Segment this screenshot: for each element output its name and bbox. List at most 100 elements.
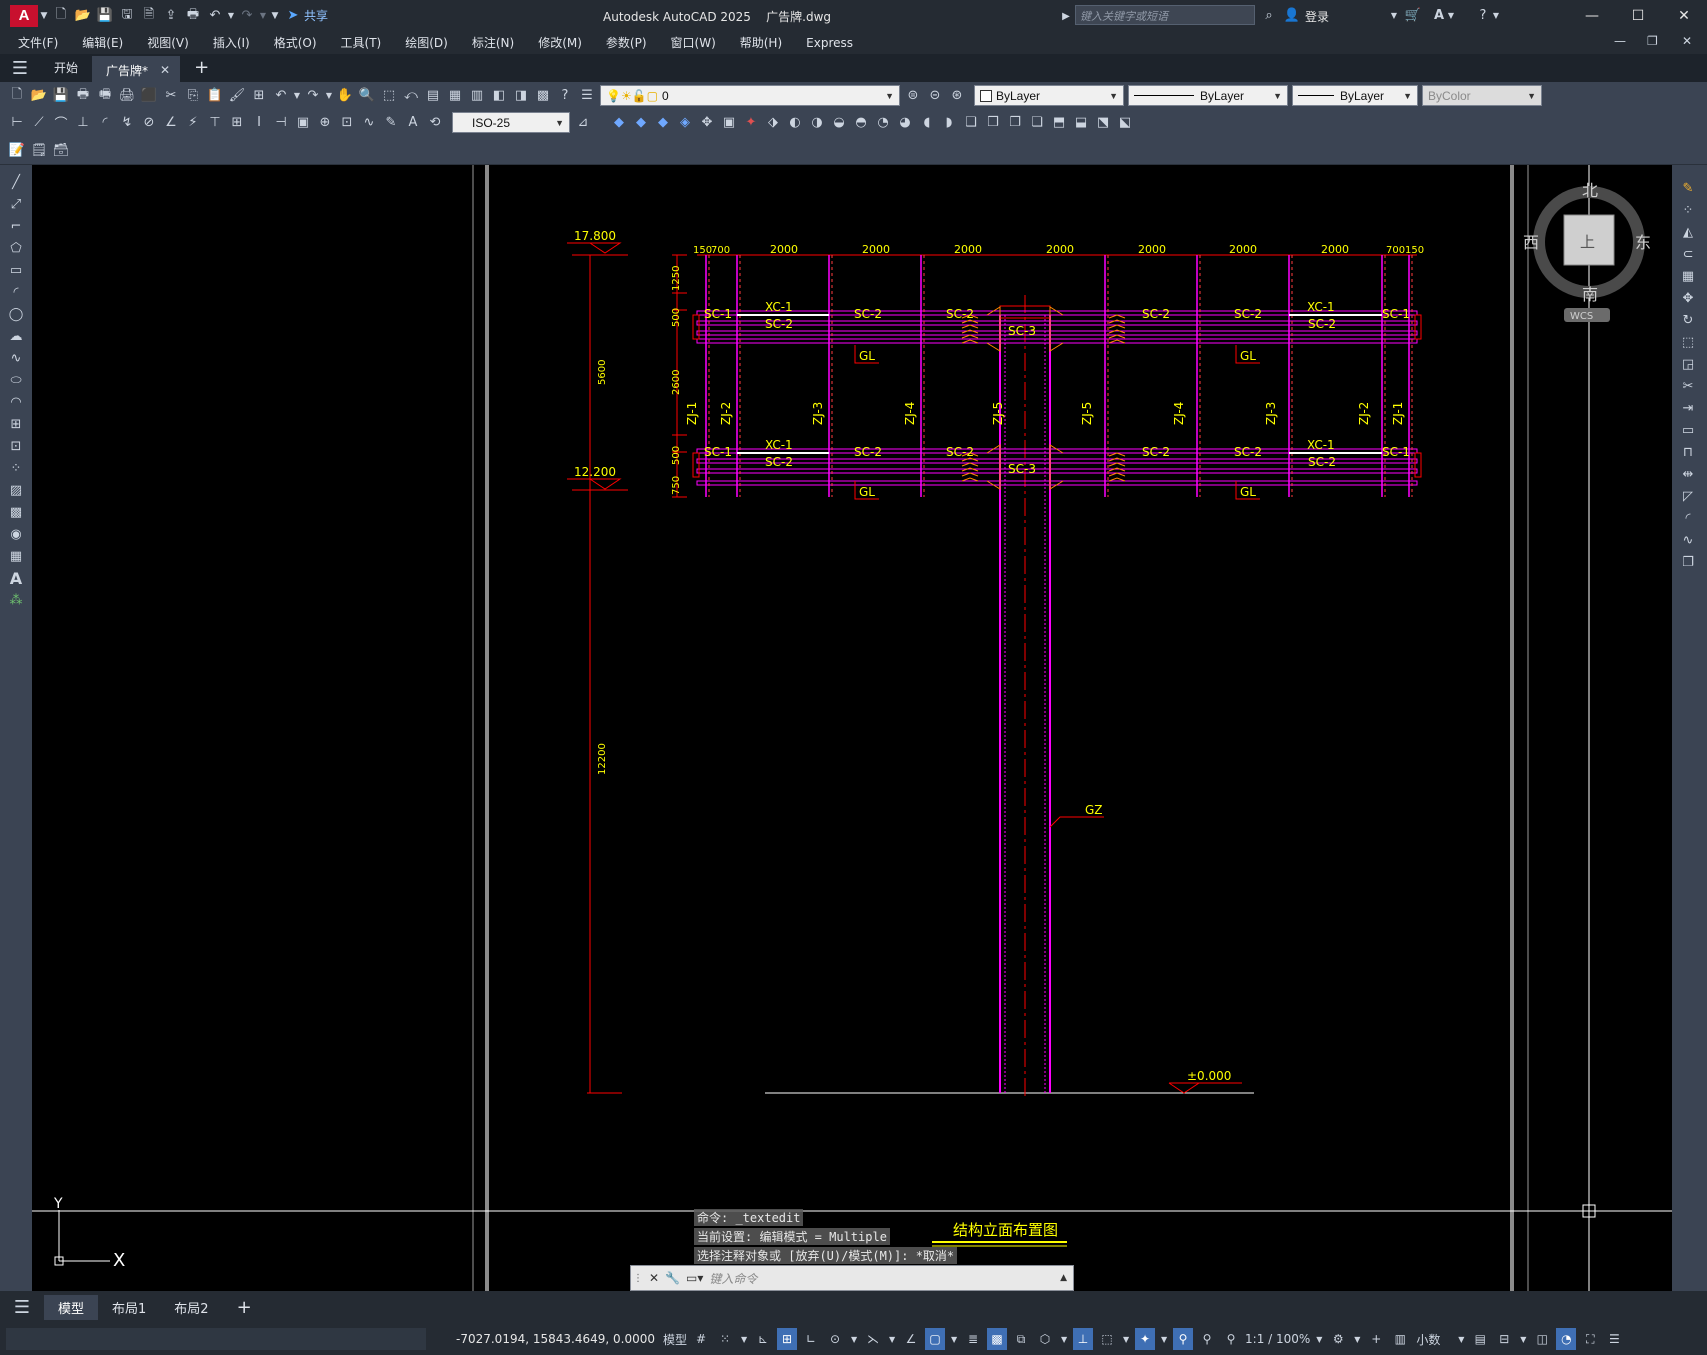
publish-icon[interactable]: 🗎 bbox=[138, 5, 160, 27]
redo-dropdown-icon[interactable]: ▼ bbox=[258, 5, 268, 27]
command-history-toggle-icon[interactable]: ▲ bbox=[1060, 1273, 1067, 1283]
command-grip-icon[interactable]: ⋮ bbox=[633, 1273, 643, 1284]
scale-side-icon[interactable]: ⬚ bbox=[1677, 331, 1699, 353]
dim-continue-icon[interactable]: ⊞ bbox=[226, 112, 248, 134]
clean-screen-icon[interactable]: ⛶ bbox=[1580, 1328, 1600, 1350]
copy-side-icon[interactable]: ⁘ bbox=[1677, 199, 1699, 221]
open-icon[interactable]: 📂 bbox=[28, 85, 50, 107]
minimize-button[interactable]: — bbox=[1569, 0, 1615, 31]
object-snap-icon[interactable]: ▢ bbox=[925, 1328, 946, 1350]
rotate-side-icon[interactable]: ↻ bbox=[1677, 309, 1699, 331]
array-side-icon[interactable]: ▦ bbox=[1677, 265, 1699, 287]
model-space-button[interactable]: 模型 bbox=[663, 1328, 687, 1350]
mirror-icon[interactable]: ◆ bbox=[652, 112, 674, 134]
customize-qat-icon[interactable]: ▼ bbox=[268, 5, 282, 27]
cart-icon[interactable]: 🛒 bbox=[1402, 4, 1424, 26]
infer-constraints-icon[interactable]: ⊾ bbox=[753, 1328, 773, 1350]
coordinates-readout[interactable]: -7027.0194, 15843.4649, 0.0000 bbox=[456, 1332, 655, 1346]
properties-icon[interactable]: ▤ bbox=[422, 85, 444, 107]
new-tab-button[interactable]: + bbox=[180, 55, 223, 82]
dim-space-icon[interactable]: I bbox=[248, 112, 270, 134]
gizmo-icon[interactable]: ✦ bbox=[1135, 1328, 1156, 1350]
units-dropdown-icon[interactable]: ▼ bbox=[1456, 1328, 1466, 1350]
erase-icon[interactable]: ◆ bbox=[608, 112, 630, 134]
menubar-restore-button[interactable]: ❐ bbox=[1647, 34, 1658, 48]
tab-layout2[interactable]: 布局2 bbox=[160, 1295, 222, 1320]
customize-wrench-icon[interactable]: 🔧 bbox=[665, 1271, 680, 1285]
calculator-icon[interactable]: ▩ bbox=[532, 85, 554, 107]
a360-dropdown-icon[interactable]: ▼ bbox=[1445, 4, 1457, 26]
zoom-window-icon[interactable]: ⬚ bbox=[378, 85, 400, 107]
new-file-icon[interactable]: 🗋 bbox=[50, 5, 72, 27]
fillet-icon[interactable]: ◖ bbox=[916, 112, 938, 134]
menu-draw[interactable]: 绘图(D) bbox=[393, 34, 460, 51]
menu-express[interactable]: Express bbox=[794, 36, 865, 50]
point-icon[interactable]: ⁘ bbox=[5, 457, 27, 479]
menu-window[interactable]: 窗口(W) bbox=[659, 34, 728, 51]
customization-menu-icon[interactable]: ☰ bbox=[1604, 1328, 1624, 1350]
dynamic-ucs-icon[interactable]: ⊥ bbox=[1073, 1328, 1094, 1350]
new-layout-button[interactable]: + bbox=[223, 1294, 266, 1321]
make-block-icon[interactable]: ⊡ bbox=[5, 435, 27, 457]
3d-osnap-dropdown-icon[interactable]: ▼ bbox=[1059, 1328, 1069, 1350]
move-icon[interactable]: ▣ bbox=[718, 112, 740, 134]
isodraft-dropdown-icon[interactable]: ▼ bbox=[887, 1328, 897, 1350]
dim-break-icon[interactable]: ⊣ bbox=[270, 112, 292, 134]
publish-toolbar-icon[interactable]: 🖨 bbox=[116, 85, 138, 107]
join-icon[interactable]: ◔ bbox=[872, 112, 894, 134]
zoom-previous-icon[interactable]: ⤺ bbox=[400, 85, 422, 107]
share-button[interactable]: 共享 bbox=[304, 7, 328, 24]
copy-object-icon[interactable]: ◆ bbox=[630, 112, 652, 134]
region-icon[interactable]: ◉ bbox=[5, 523, 27, 545]
annotation-scale-value[interactable]: 1:1 / 100% bbox=[1245, 1328, 1310, 1350]
undo-toolbar-icon[interactable]: ↶ bbox=[270, 85, 292, 107]
tab-layout1[interactable]: 布局1 bbox=[98, 1295, 160, 1320]
dim-jogged-icon[interactable]: ↯ bbox=[116, 112, 138, 134]
hatch-icon[interactable]: ▨ bbox=[5, 479, 27, 501]
snap-icon[interactable]: ⁙ bbox=[715, 1328, 735, 1350]
annotation-scale-dropdown-icon[interactable]: ▼ bbox=[1314, 1328, 1324, 1350]
isolate-objects-icon[interactable]: ◫ bbox=[1532, 1328, 1552, 1350]
dim-arc-icon[interactable]: ⌒ bbox=[50, 112, 72, 134]
jogged-linear-icon[interactable]: ∿ bbox=[358, 112, 380, 134]
layer-dropdown[interactable]: 💡☀🔓▢ 0 ▼ bbox=[600, 85, 900, 106]
search-icon[interactable]: ⌕ bbox=[1258, 4, 1280, 26]
grid-icon[interactable]: # bbox=[691, 1328, 711, 1350]
chamfer-side-icon[interactable]: ◸ bbox=[1677, 485, 1699, 507]
plot-icon[interactable]: 🖶 bbox=[182, 5, 204, 27]
annotation-visibility-icon[interactable]: ⚲ bbox=[1173, 1328, 1194, 1350]
annotation-scale-icon[interactable]: ⚲ bbox=[1221, 1328, 1241, 1350]
snap-dropdown-icon[interactable]: ▼ bbox=[739, 1328, 749, 1350]
selection-filter-dropdown-icon[interactable]: ▼ bbox=[1121, 1328, 1131, 1350]
qnew-icon[interactable]: 🗋 bbox=[6, 85, 28, 107]
ortho-icon[interactable]: ∟ bbox=[801, 1328, 821, 1350]
isodraft-icon[interactable]: ⋋ bbox=[863, 1328, 883, 1350]
linetype-dropdown[interactable]: ByLayer ▼ bbox=[1128, 85, 1288, 106]
menu-modify[interactable]: 修改(M) bbox=[526, 34, 594, 51]
dim-update-icon[interactable]: ⟲ bbox=[424, 112, 446, 134]
tab-model[interactable]: 模型 bbox=[44, 1294, 99, 1320]
edit-attribute-icon[interactable]: 🗃 bbox=[50, 139, 72, 161]
dimstyle-manager-icon[interactable]: ⊿ bbox=[572, 112, 594, 134]
close-window-button[interactable]: ✕ bbox=[1661, 0, 1707, 31]
solid-edit-icon[interactable]: ❑ bbox=[960, 112, 982, 134]
dim-baseline-icon[interactable]: ⊤ bbox=[204, 112, 226, 134]
dimstyle-dropdown[interactable]: ISO-25 ▼ bbox=[452, 112, 570, 133]
add-selected-icon[interactable]: ⁂ bbox=[5, 589, 27, 611]
selection-cycling-icon[interactable]: ⧉ bbox=[1011, 1328, 1031, 1350]
layer-state-icon[interactable]: ⊛ bbox=[946, 85, 968, 107]
scale-icon[interactable]: ⬗ bbox=[762, 112, 784, 134]
ellipse-arc-icon[interactable]: ◠ bbox=[5, 391, 27, 413]
line-icon[interactable]: ╱ bbox=[5, 171, 27, 193]
dim-angular-icon[interactable]: ∠ bbox=[160, 112, 182, 134]
edit-multiline-icon[interactable]: 🗒 bbox=[28, 139, 50, 161]
design-center-icon[interactable]: ▦ bbox=[444, 85, 466, 107]
array-icon[interactable]: ✥ bbox=[696, 112, 718, 134]
extend-side-icon[interactable]: ⇥ bbox=[1677, 397, 1699, 419]
stretch-icon[interactable]: ◐ bbox=[784, 112, 806, 134]
break-at-point-icon[interactable]: ▭ bbox=[1677, 419, 1699, 441]
undo-dropdown-icon[interactable]: ▼ bbox=[226, 5, 236, 27]
3dprint-icon[interactable]: ⬛ bbox=[138, 85, 160, 107]
edit-text-icon[interactable]: 📝 bbox=[6, 139, 28, 161]
color-dropdown[interactable]: ByLayer ▼ bbox=[974, 85, 1124, 106]
